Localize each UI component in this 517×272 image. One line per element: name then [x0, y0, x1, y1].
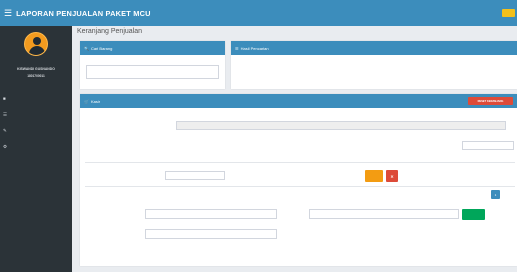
- kasir-box: 🛒 Kasir RESET KERANJANG ✕ 1: [80, 94, 517, 266]
- hasil-pencarian-title: Hasil Pencarian: [240, 45, 269, 51]
- sidebar: KISWANDI GUSNANDO 1801700011 ■ ☰ ✎ ⚙: [0, 26, 72, 272]
- bayar-input[interactable]: [309, 209, 459, 219]
- kembali-field: [145, 229, 277, 239]
- table-header-divider: [85, 162, 515, 163]
- avatar: [24, 32, 48, 56]
- cart-icon: 🛒: [84, 98, 89, 104]
- hasil-pencarian-header: ☰ Hasil Pencarian: [231, 41, 517, 55]
- cari-barang-box: 🔍 Cari Barang: [80, 41, 225, 89]
- page-title: Keranjang Penjualan: [77, 28, 142, 35]
- user-id: 1801700011: [27, 74, 45, 78]
- search-icon: 🔍: [84, 45, 89, 51]
- cari-barang-header: 🔍 Cari Barang: [80, 41, 225, 55]
- gear-icon: ⚙: [3, 144, 8, 149]
- cari-barang-title: Cari Barang: [90, 45, 113, 51]
- list-icon: ☰: [235, 45, 239, 51]
- avatar-head: [33, 37, 41, 45]
- user-name: KISWANDI GUSNANDO: [17, 67, 55, 71]
- sidebar-item-settings[interactable]: ⚙: [3, 144, 10, 150]
- sidebar-item-menu[interactable]: ☰: [3, 112, 10, 118]
- app-title: LAPORAN PENJUALAN PAKET MCU: [16, 8, 151, 18]
- table-row-divider: [85, 186, 515, 187]
- hasil-pencarian-box: ☰ Hasil Pencarian: [231, 41, 517, 89]
- logout-button[interactable]: [502, 9, 515, 17]
- kasir-title: Kasir: [90, 98, 101, 104]
- search-input[interactable]: [86, 65, 219, 79]
- update-button[interactable]: [365, 170, 383, 182]
- bayar-button[interactable]: [462, 209, 485, 220]
- qty-input[interactable]: [165, 171, 225, 180]
- sidebar-item-dashboard[interactable]: ■: [3, 96, 9, 101]
- delete-button[interactable]: ✕: [386, 170, 398, 182]
- total-field: [145, 209, 277, 219]
- pencil-icon: ✎: [3, 128, 7, 133]
- pagination-current[interactable]: 1: [491, 190, 500, 199]
- sidebar-item-edit[interactable]: ✎: [3, 128, 10, 134]
- kasir-header: 🛒 Kasir: [80, 94, 517, 108]
- table-search-input[interactable]: [462, 141, 514, 150]
- dashboard-icon: ■: [3, 96, 6, 101]
- avatar-body: [29, 46, 45, 55]
- tanggal-field: [176, 121, 506, 130]
- top-navbar: ☰ LAPORAN PENJUALAN PAKET MCU: [0, 0, 517, 26]
- reset-keranjang-button[interactable]: RESET KERANJANG: [468, 97, 513, 105]
- hamburger-icon[interactable]: ☰: [4, 8, 12, 19]
- menu-icon: ☰: [3, 112, 8, 117]
